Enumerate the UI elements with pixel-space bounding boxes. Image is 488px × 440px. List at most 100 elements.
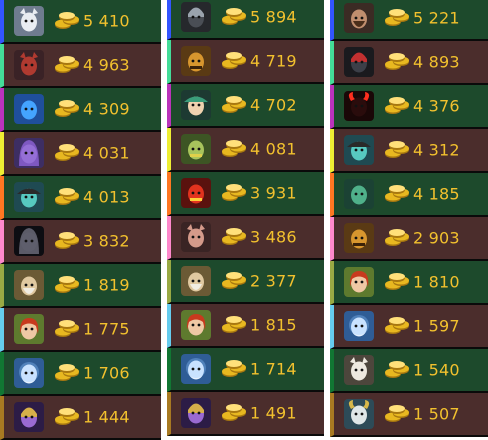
player-row: 4 013 xyxy=(0,176,161,220)
red-demon-icon xyxy=(181,178,211,208)
gold-coins-icon xyxy=(221,8,247,26)
old-sage-icon xyxy=(181,266,211,296)
player-row: 4 081 xyxy=(167,128,324,172)
player-row: 1 540 xyxy=(330,349,488,393)
net-worth-value: 4 376 xyxy=(413,96,460,116)
net-worth-value: 5 221 xyxy=(413,8,460,28)
player-row: 1 444 xyxy=(0,396,161,440)
gold-coins-icon xyxy=(54,364,80,382)
gold-coins-icon xyxy=(54,188,80,206)
net-worth-value: 3 832 xyxy=(83,231,130,251)
green-tidehunter-icon xyxy=(344,179,374,209)
gold-coins-icon xyxy=(384,273,410,291)
player-row: 3 486 xyxy=(167,216,324,260)
player-row: 2 903 xyxy=(330,217,488,261)
gold-coins-icon xyxy=(221,140,247,158)
net-worth-value: 3 486 xyxy=(250,227,297,247)
green-hat-icon xyxy=(181,90,211,120)
player-row: 3 931 xyxy=(167,172,324,216)
red-hair-icon xyxy=(181,310,211,340)
net-worth-value: 1 706 xyxy=(83,363,130,383)
gold-coins-icon xyxy=(221,228,247,246)
white-beast-icon xyxy=(344,355,374,385)
player-row: 1 775 xyxy=(0,308,161,352)
net-worth-value: 2 903 xyxy=(413,228,460,248)
white-wolf-icon xyxy=(14,6,44,36)
gold-coins-icon xyxy=(221,96,247,114)
teal-hat-icon xyxy=(14,182,44,212)
dark-helm-icon xyxy=(344,47,374,77)
net-worth-value: 5 410 xyxy=(83,11,130,31)
net-worth-value: 4 081 xyxy=(250,139,297,159)
blue-morphling-icon xyxy=(14,94,44,124)
player-row: 1 815 xyxy=(167,304,324,348)
gold-coins-icon xyxy=(54,320,80,338)
net-worth-value: 4 185 xyxy=(413,184,460,204)
gold-coins-icon xyxy=(384,229,410,247)
net-worth-value: 1 815 xyxy=(250,315,297,335)
net-worth-value: 5 894 xyxy=(250,7,297,27)
player-row: 4 893 xyxy=(330,41,488,85)
net-worth-value: 4 963 xyxy=(83,55,130,75)
green-tiki-icon xyxy=(181,134,211,164)
net-worth-value: 4 702 xyxy=(250,95,297,115)
net-worth-value: 1 714 xyxy=(250,359,297,379)
net-worth-value: 4 312 xyxy=(413,140,460,160)
gold-coins-icon xyxy=(221,316,247,334)
player-row: 5 410 xyxy=(0,0,161,44)
gold-coins-icon xyxy=(384,53,410,71)
gold-coins-icon xyxy=(54,408,80,426)
gold-coins-icon xyxy=(221,52,247,70)
net-worth-value: 4 013 xyxy=(83,187,130,207)
player-row: 4 031 xyxy=(0,132,161,176)
gold-coins-icon xyxy=(221,272,247,290)
gold-coins-icon xyxy=(384,361,410,379)
gold-coins-icon xyxy=(54,100,80,118)
gold-coins-icon xyxy=(221,360,247,378)
net-worth-value: 3 931 xyxy=(250,183,297,203)
gold-coins-icon xyxy=(384,141,410,159)
net-worth-value: 1 491 xyxy=(250,403,297,423)
player-row: 2 377 xyxy=(167,260,324,304)
player-row: 4 963 xyxy=(0,44,161,88)
player-row: 3 832 xyxy=(0,220,161,264)
player-row: 1 819 xyxy=(0,264,161,308)
player-row: 1 714 xyxy=(167,348,324,392)
net-worth-value: 4 031 xyxy=(83,143,130,163)
net-worth-value: 1 444 xyxy=(83,407,130,427)
dark-hooded-icon xyxy=(14,226,44,256)
player-row: 1 491 xyxy=(167,392,324,436)
player-row: 1 810 xyxy=(330,261,488,305)
net-worth-value: 4 719 xyxy=(250,51,297,71)
ice-skull-icon xyxy=(14,358,44,388)
gold-coins-icon xyxy=(384,317,410,335)
gold-coins-icon xyxy=(54,232,80,250)
dark-knight-icon xyxy=(181,2,211,32)
ice-skull-icon xyxy=(344,311,374,341)
player-row: 1 597 xyxy=(330,305,488,349)
gold-coins-icon xyxy=(384,185,410,203)
player-row: 4 702 xyxy=(167,84,324,128)
player-row: 5 894 xyxy=(167,0,324,40)
player-row: 4 312 xyxy=(330,129,488,173)
purple-armor-icon xyxy=(181,398,211,428)
white-horned-icon xyxy=(344,399,374,429)
pink-beast-icon xyxy=(181,222,211,252)
red-hair-icon xyxy=(14,314,44,344)
player-row: 1 706 xyxy=(0,352,161,396)
purple-armor-icon xyxy=(14,402,44,432)
net-worth-value: 1 819 xyxy=(83,275,130,295)
purple-mage-icon xyxy=(14,138,44,168)
old-sage-icon xyxy=(14,270,44,300)
player-row: 4 185 xyxy=(330,173,488,217)
gold-coins-icon xyxy=(54,12,80,30)
gold-coins-icon xyxy=(384,405,410,423)
gold-coins-icon xyxy=(384,9,410,27)
net-worth-value: 1 507 xyxy=(413,404,460,424)
net-worth-value: 1 540 xyxy=(413,360,460,380)
net-worth-value: 1 775 xyxy=(83,319,130,339)
player-row: 1 507 xyxy=(330,393,488,437)
gold-coins-icon xyxy=(384,97,410,115)
net-worth-value: 1 597 xyxy=(413,316,460,336)
net-worth-value: 4 893 xyxy=(413,52,460,72)
